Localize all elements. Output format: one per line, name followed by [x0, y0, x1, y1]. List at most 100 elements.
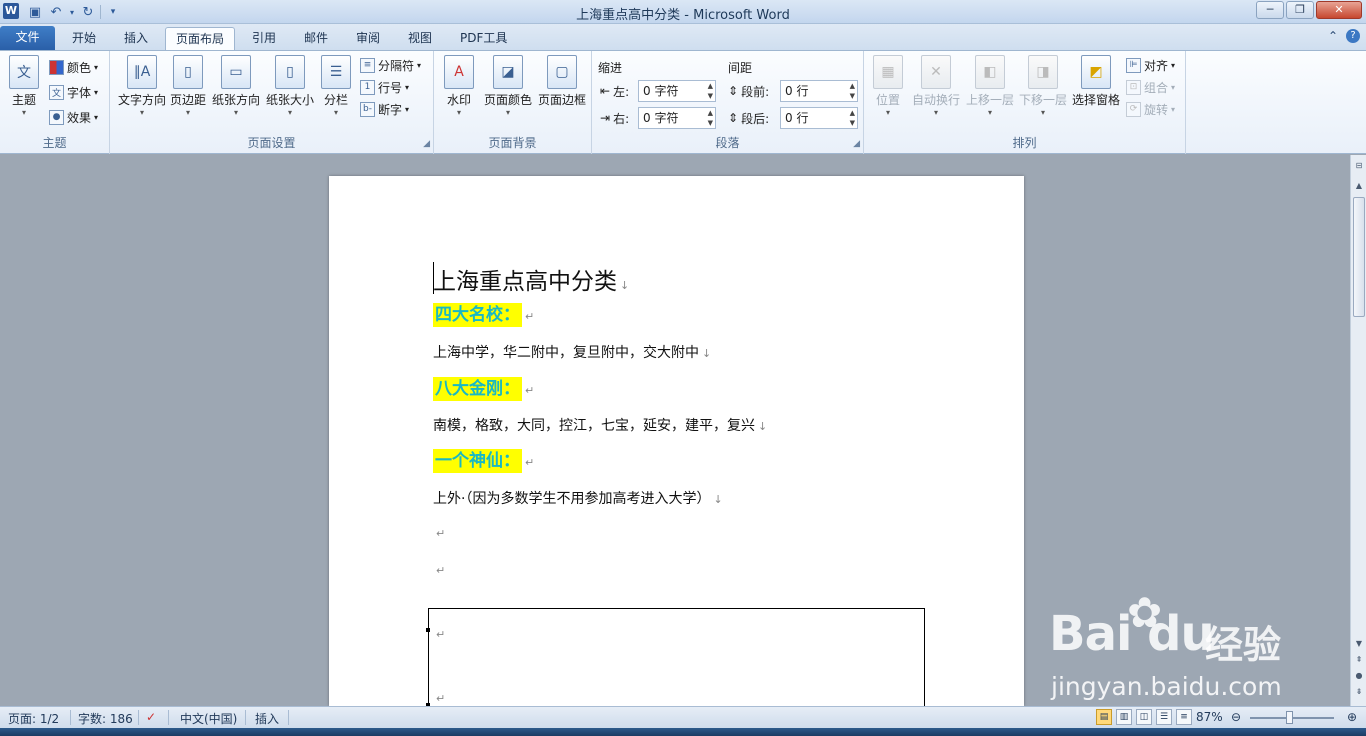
browse-object-icon[interactable]: ● [1351, 671, 1366, 685]
document-page[interactable]: 上海重点高中分类 ↓ 四大名校： ↵ 上海中学，华二附中，复旦附中，交大附中 ↓ 八大… [329, 176, 1024, 718]
draft-icon[interactable]: ≡ [1176, 709, 1192, 725]
selection-pane-button[interactable]: ◩ 选择窗格 [1070, 55, 1122, 108]
tab-page-layout[interactable]: 页面布局 [165, 27, 236, 50]
colors-button[interactable]: 颜色 ▾ [49, 57, 98, 77]
paragraph-launcher-icon[interactable]: ◢ [853, 139, 860, 149]
empty-paragraph[interactable]: ↵ [433, 526, 445, 540]
heading-one-school[interactable]: 一个神仙： ↵ [433, 446, 534, 473]
line-numbers-button[interactable]: 1 行号 ▾ [360, 77, 409, 97]
bring-forward-button[interactable]: ◧ 上移一层 ▾ [964, 55, 1016, 118]
scroll-thumb[interactable] [1353, 197, 1365, 317]
proofing-icon[interactable]: ✓ [146, 710, 156, 724]
text-direction-button[interactable]: ∥A 文字方向 ▾ [116, 55, 168, 118]
scroll-up-icon[interactable]: ▲ [1351, 181, 1366, 195]
breaks-button[interactable]: ≡ 分隔符 ▾ [360, 55, 421, 75]
page-borders-button[interactable]: ▢ 页面边框 [536, 55, 588, 108]
send-backward-button[interactable]: ◨ 下移一层 ▾ [1017, 55, 1069, 118]
columns-button[interactable]: ☰ 分栏 ▾ [320, 55, 352, 118]
paragraph-eight-schools[interactable]: 南模，格致，大同，控江，七宝，延安，建平，复兴 ↓ [433, 415, 767, 435]
zoom-in-icon[interactable]: ⊕ [1347, 710, 1357, 724]
group-label-page-setup: 页面设置 [247, 136, 296, 150]
hyphenation-icon: b- [360, 101, 375, 117]
zoom-out-icon[interactable]: ⊖ [1231, 710, 1241, 724]
spin-arrows-icon[interactable]: ▲ ▼ [850, 108, 855, 128]
margins-button[interactable]: ▯ 页边距 ▾ [168, 55, 208, 118]
tab-references[interactable]: 引用 [242, 27, 286, 50]
spacing-before-label: ⇕ 段前: [728, 84, 770, 99]
spin-arrows-icon[interactable]: ▲ ▼ [708, 81, 713, 101]
insert-mode[interactable]: 插入 [255, 710, 279, 727]
minimize-button[interactable]: ─ [1256, 1, 1284, 19]
indent-left-input[interactable]: 0 字符 ▲ ▼ [638, 80, 716, 102]
indent-right-input[interactable]: 0 字符 ▲ ▼ [638, 107, 716, 129]
spacing-before-input[interactable]: 0 行 ▲ ▼ [780, 80, 858, 102]
next-page-icon[interactable]: ⇟ [1351, 687, 1366, 701]
language[interactable]: 中文(中国) [180, 710, 237, 727]
web-layout-icon[interactable]: ◫ [1136, 709, 1152, 725]
tab-file[interactable]: 文件 [0, 26, 55, 50]
title-bar: W ▣ ↶ ▾ ↻ ▾ 上海重点高中分类 - Microsoft Word ─ … [0, 0, 1366, 24]
text-box[interactable]: ↵ ↵ [426, 608, 925, 718]
document-title[interactable]: 上海重点高中分类 ↓ [433, 262, 629, 296]
group-button[interactable]: ⊡ 组合 ▾ [1126, 77, 1175, 97]
tab-pdf-tools[interactable]: PDF工具 [450, 27, 517, 50]
paragraph-one-school[interactable]: 上外·（因为多数学生不用参加高考进入大学） ↓ [433, 488, 723, 508]
page-color-button[interactable]: ◪ 页面颜色 ▾ [482, 55, 534, 118]
scroll-down-icon[interactable]: ▼ [1351, 639, 1366, 653]
tab-insert[interactable]: 插入 [114, 27, 158, 50]
spin-arrows-icon[interactable]: ▲ ▼ [708, 108, 713, 128]
print-layout-icon[interactable]: ▤ [1096, 709, 1112, 725]
ruler-toggle-icon[interactable]: ⊟ [1351, 161, 1366, 175]
tab-view[interactable]: 视图 [398, 27, 442, 50]
spacing-after-input[interactable]: 0 行 ▲ ▼ [780, 107, 858, 129]
empty-paragraph[interactable]: ↵ [433, 563, 445, 577]
indent-right-label: ⇥ 右: [600, 111, 630, 126]
colors-icon [49, 59, 64, 75]
zoom-slider-thumb[interactable] [1286, 711, 1293, 724]
close-button[interactable]: ✕ [1316, 1, 1362, 19]
anchor-handle[interactable] [426, 628, 430, 632]
spin-arrows-icon[interactable]: ▲ ▼ [850, 81, 855, 101]
fonts-button[interactable]: 文 字体 ▾ [49, 82, 98, 102]
fonts-icon: 文 [49, 84, 64, 100]
effects-button[interactable]: ● 效果 ▾ [49, 107, 98, 127]
page-count[interactable]: 页面: 1/2 [8, 710, 59, 727]
tab-review[interactable]: 审阅 [346, 27, 390, 50]
align-button[interactable]: ⊫ 对齐 ▾ [1126, 55, 1175, 75]
zoom-level[interactable]: 87% [1196, 710, 1223, 724]
rotate-button[interactable]: ⟳ 旋转 ▾ [1126, 99, 1175, 119]
text-box-paragraph[interactable]: ↵ [433, 691, 445, 705]
page-setup-launcher-icon[interactable]: ◢ [423, 139, 430, 149]
minimize-ribbon-icon[interactable]: ⌃ [1328, 29, 1338, 43]
orientation-button[interactable]: ▭ 纸张方向 ▾ [210, 55, 262, 118]
size-icon: ▯ [275, 55, 305, 89]
align-icon: ⊫ [1126, 57, 1141, 73]
tab-mailings[interactable]: 邮件 [294, 27, 338, 50]
wrap-text-button[interactable]: ✕ 自动换行 ▾ [910, 55, 962, 118]
position-button[interactable]: ▦ 位置 ▾ [872, 55, 904, 118]
indent-right-icon: ⇥ [600, 111, 611, 125]
watermark-button[interactable]: A 水印 ▾ [442, 55, 476, 118]
hyphenation-button[interactable]: b- 断字 ▾ [360, 99, 409, 119]
themes-button[interactable]: 文 主题 ▾ [6, 55, 42, 118]
word-count[interactable]: 字数: 186 [78, 710, 133, 727]
group-icon: ⊡ [1126, 79, 1141, 95]
size-button[interactable]: ▯ 纸张大小 ▾ [264, 55, 316, 118]
group-theme: 文 主题 ▾ 颜色 ▾ 文 字体 ▾ ● 效果 ▾ 主题 [0, 51, 110, 154]
paragraph-four-schools[interactable]: 上海中学，华二附中，复旦附中，交大附中 ↓ [433, 342, 711, 362]
group-label-page-background: 页面背景 [488, 136, 537, 150]
outline-icon[interactable]: ☰ [1156, 709, 1172, 725]
vertical-scrollbar[interactable]: ⊟ ▲ ▼ ⇞ ● ⇟ [1350, 155, 1366, 706]
group-label-paragraph: 段落 [715, 136, 740, 150]
text-box-paragraph[interactable]: ↵ [433, 627, 445, 641]
help-icon[interactable]: ? [1346, 29, 1360, 43]
heading-four-schools[interactable]: 四大名校： ↵ [433, 300, 534, 327]
full-screen-reading-icon[interactable]: ▥ [1116, 709, 1132, 725]
heading-eight-schools[interactable]: 八大金刚： ↵ [433, 374, 534, 401]
tab-home[interactable]: 开始 [62, 27, 106, 50]
maximize-button[interactable]: ❐ [1286, 1, 1314, 19]
spacing-after-label: ⇕ 段后: [728, 111, 770, 126]
spacing-title: 间距 [728, 61, 753, 75]
selection-pane-icon: ◩ [1081, 55, 1111, 89]
previous-page-icon[interactable]: ⇞ [1351, 655, 1366, 669]
